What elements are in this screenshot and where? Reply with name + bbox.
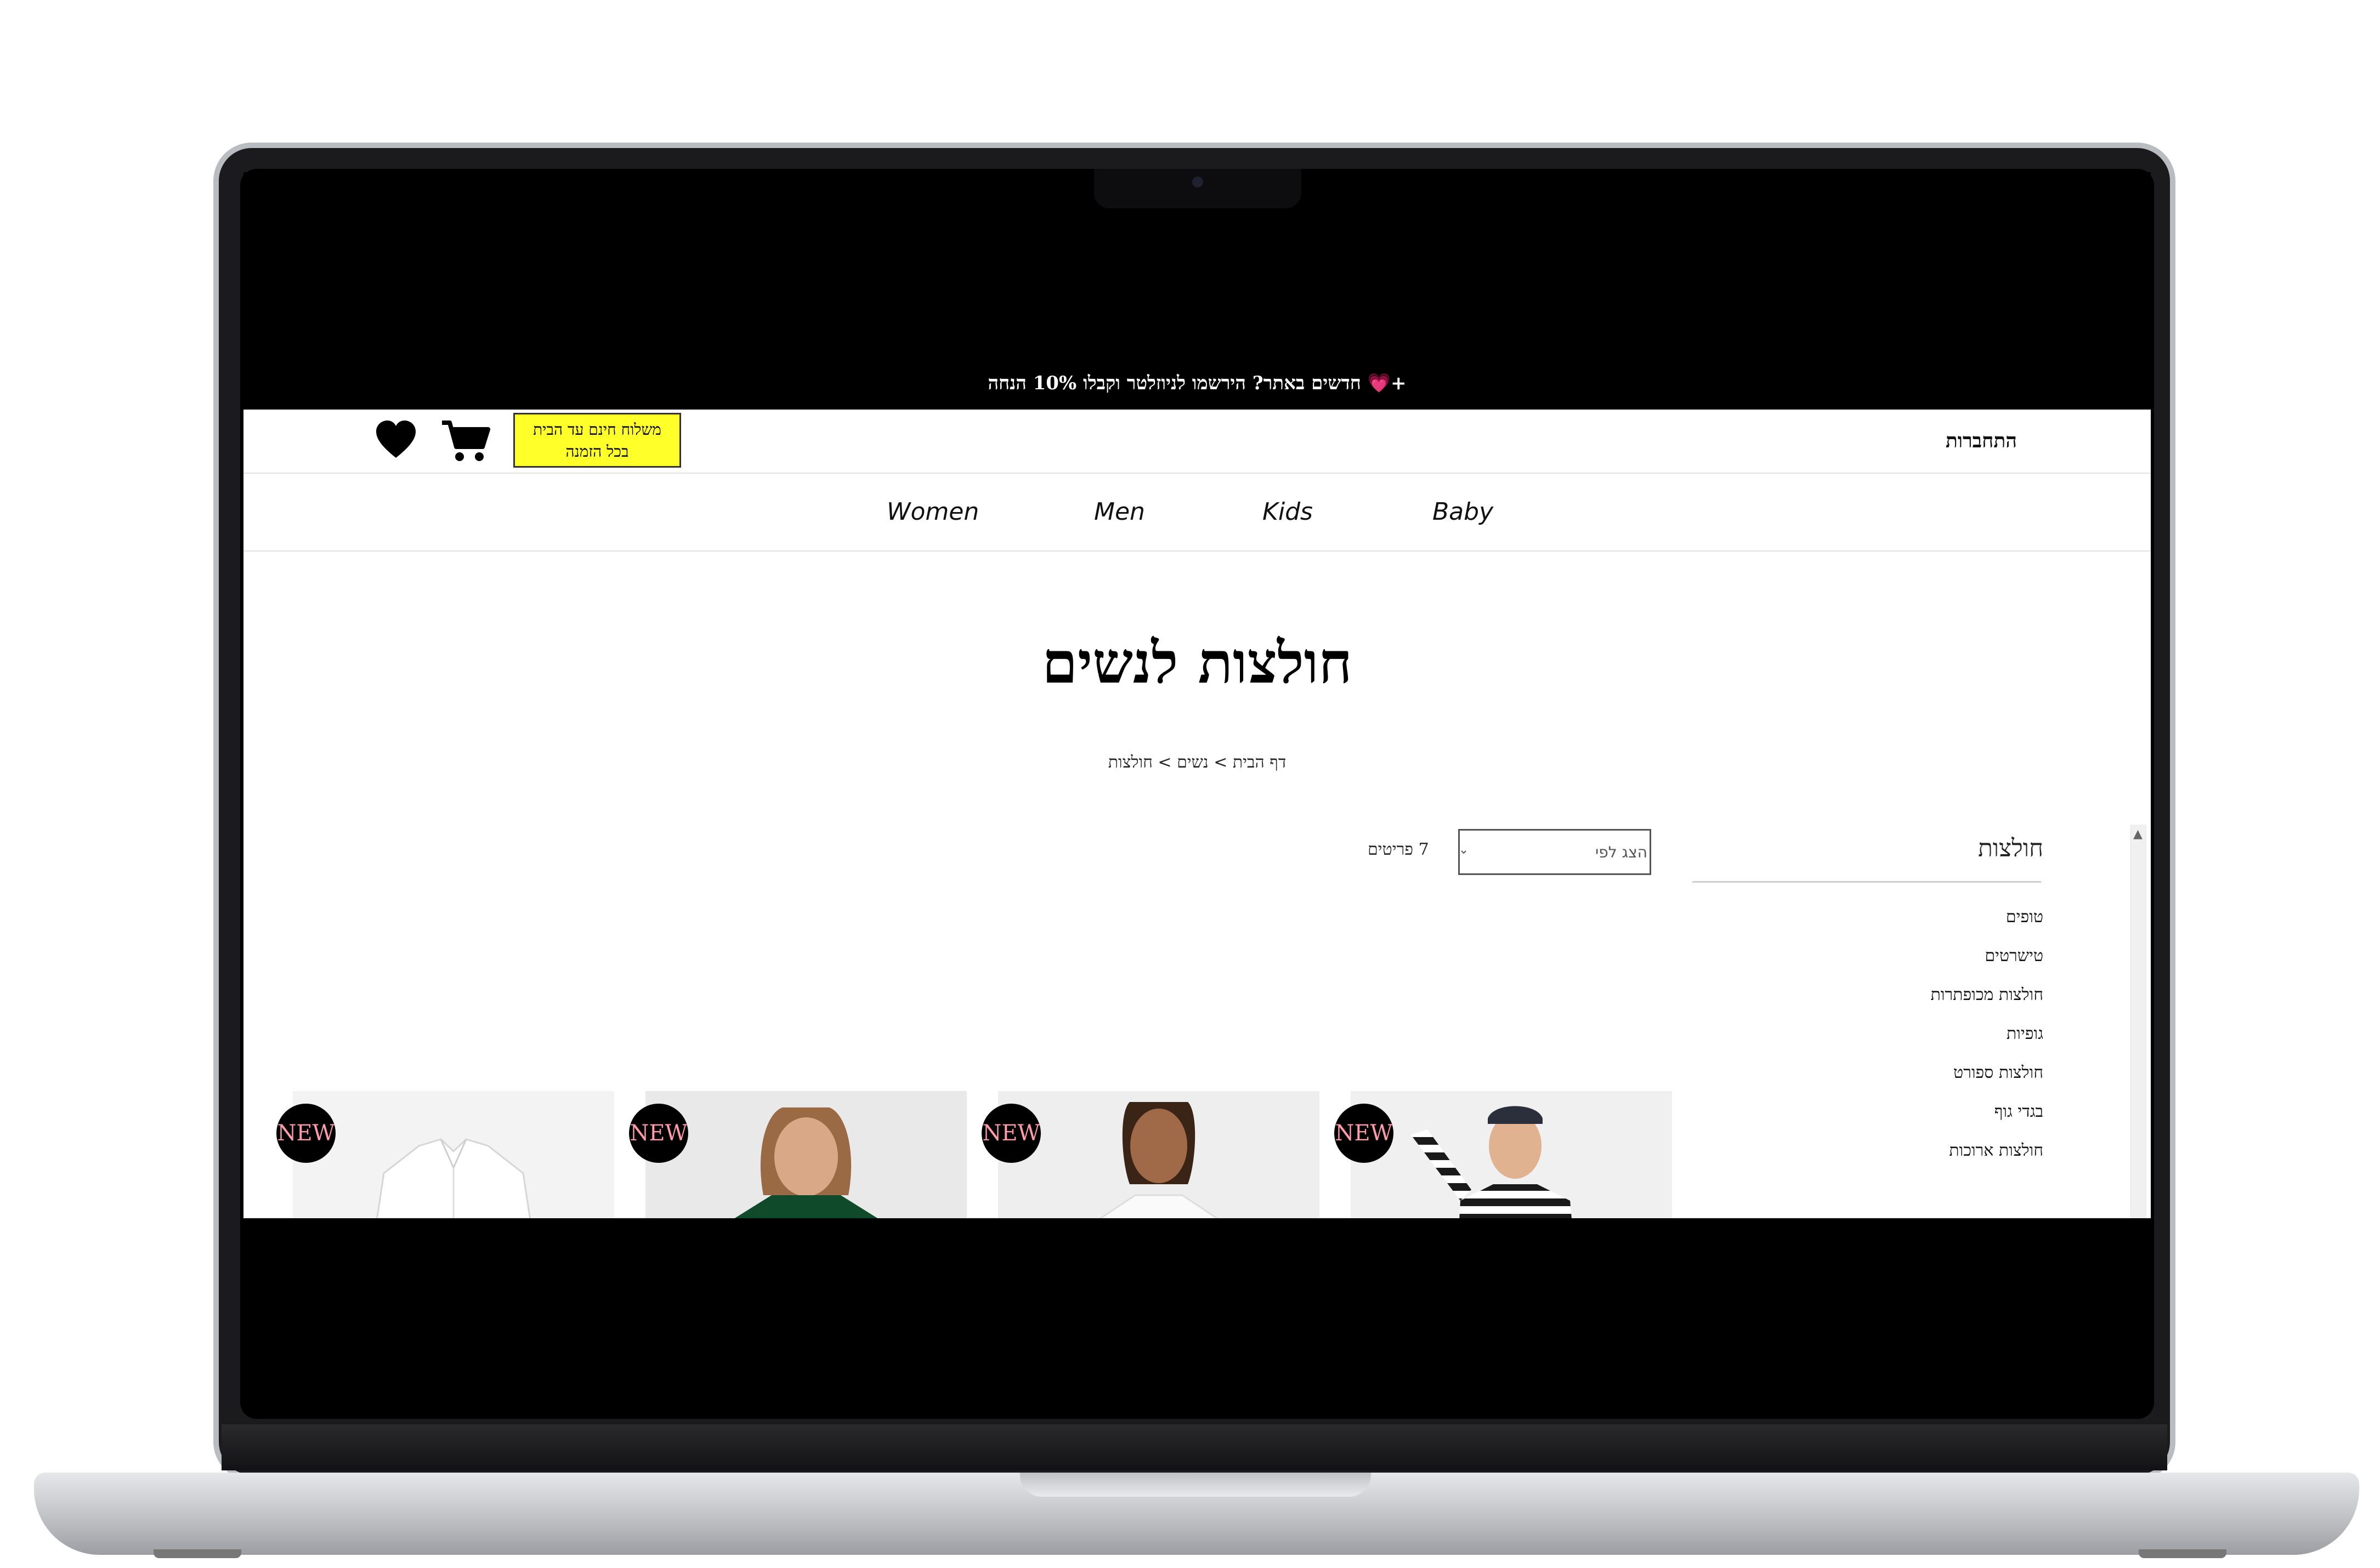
nav-men[interactable]: Men [1094,498,1145,526]
page-title: חולצות לנשים [1042,629,1352,696]
screen: +💗 חדשים באתר? הירשמו לניוזלטר וקבלו 10%… [243,172,2151,1406]
new-badge-3: NEW [982,1104,1041,1163]
sidebar-item-long-sleeves[interactable]: חולצות ארוכות [1930,1131,2043,1170]
new-badge-1: NEW [276,1104,336,1163]
login-link[interactable]: התחברות [1946,429,2017,452]
heart-emoji-icon: 💗 [1367,372,1391,394]
free-shipping-line1: משלוח חינם עד הבית [533,421,661,439]
cart-icon[interactable] [441,419,490,463]
product-image-white-shirt [293,1091,614,1218]
camera-icon [1192,177,1203,188]
sidebar-item-tops[interactable]: טופים [1930,897,2043,936]
nav-baby[interactable]: Baby [1432,498,1493,526]
product-card-striped-longsleeve[interactable] [1351,1091,1672,1218]
sidebar-title: חולצות [1977,834,2043,862]
camera-notch [1094,169,1301,208]
main-nav: Women Men Kids Baby [243,474,2151,552]
sidebar-item-tanks[interactable]: גופיות [1930,1014,2043,1053]
new-badge-4: NEW [1334,1104,1393,1163]
product-card-white-mockneck[interactable] [998,1091,1319,1218]
laptop-foot-right [2139,1549,2226,1558]
new-badge-2: NEW [629,1104,688,1163]
results-count: 7 פריטים [1368,840,1429,859]
nav-kids[interactable]: Kids [1262,498,1313,526]
sidebar-item-button-shirts[interactable]: חולצות מכופתרות [1930,975,2043,1014]
product-image-white-mockneck [998,1091,1319,1218]
top-header: התחברות משלוח חינם עד הבית בכל הזמנה [243,410,2151,474]
nav-women[interactable]: Women [887,498,979,526]
laptop-base-notch [1020,1473,1371,1497]
product-card-green-tee[interactable] [645,1091,967,1218]
sidebar-item-tshirts[interactable]: טישרטים [1930,936,2043,975]
results-number: 7 [1418,840,1429,859]
product-image-striped-longsleeve [1351,1091,1672,1218]
promo-bar[interactable]: +💗 חדשים באתר? הירשמו לניוזלטר וקבלו 10%… [243,367,2151,400]
free-shipping-line2: בכל הזמנה [565,442,629,461]
scrollbar[interactable] [2130,825,2146,1218]
website: התחברות משלוח חינם עד הבית בכל הזמנה Wom… [243,410,2151,1218]
wishlist-heart-icon[interactable] [375,419,417,461]
results-label: פריטים [1368,840,1414,859]
breadcrumb[interactable]: דף הבית > נשים > חולצות [243,753,2151,772]
promo-plus: + [1391,372,1407,394]
free-shipping-banner: משלוח חינם עד הבית בכל הזמנה [513,413,681,468]
product-card-white-shirt[interactable] [293,1091,614,1218]
sidebar-divider [1692,881,2041,883]
laptop-foot-left [154,1549,241,1558]
scroll-up-arrow-icon[interactable]: ▲ [2133,827,2143,841]
sidebar-item-sport-shirts[interactable]: חולצות ספורט [1930,1053,2043,1092]
laptop-hinge [222,1424,2167,1470]
sort-select[interactable]: הצג לפי [1458,829,1651,875]
sidebar-item-bodysuits[interactable]: בגדי גוף [1930,1092,2043,1131]
product-image-green-tee [645,1091,967,1218]
promo-text: חדשים באתר? הירשמו לניוזלטר וקבלו 10% הנ… [988,372,1361,394]
sidebar-category-list: טופים טישרטים חולצות מכופתרות גופיות חול… [1930,897,2043,1170]
